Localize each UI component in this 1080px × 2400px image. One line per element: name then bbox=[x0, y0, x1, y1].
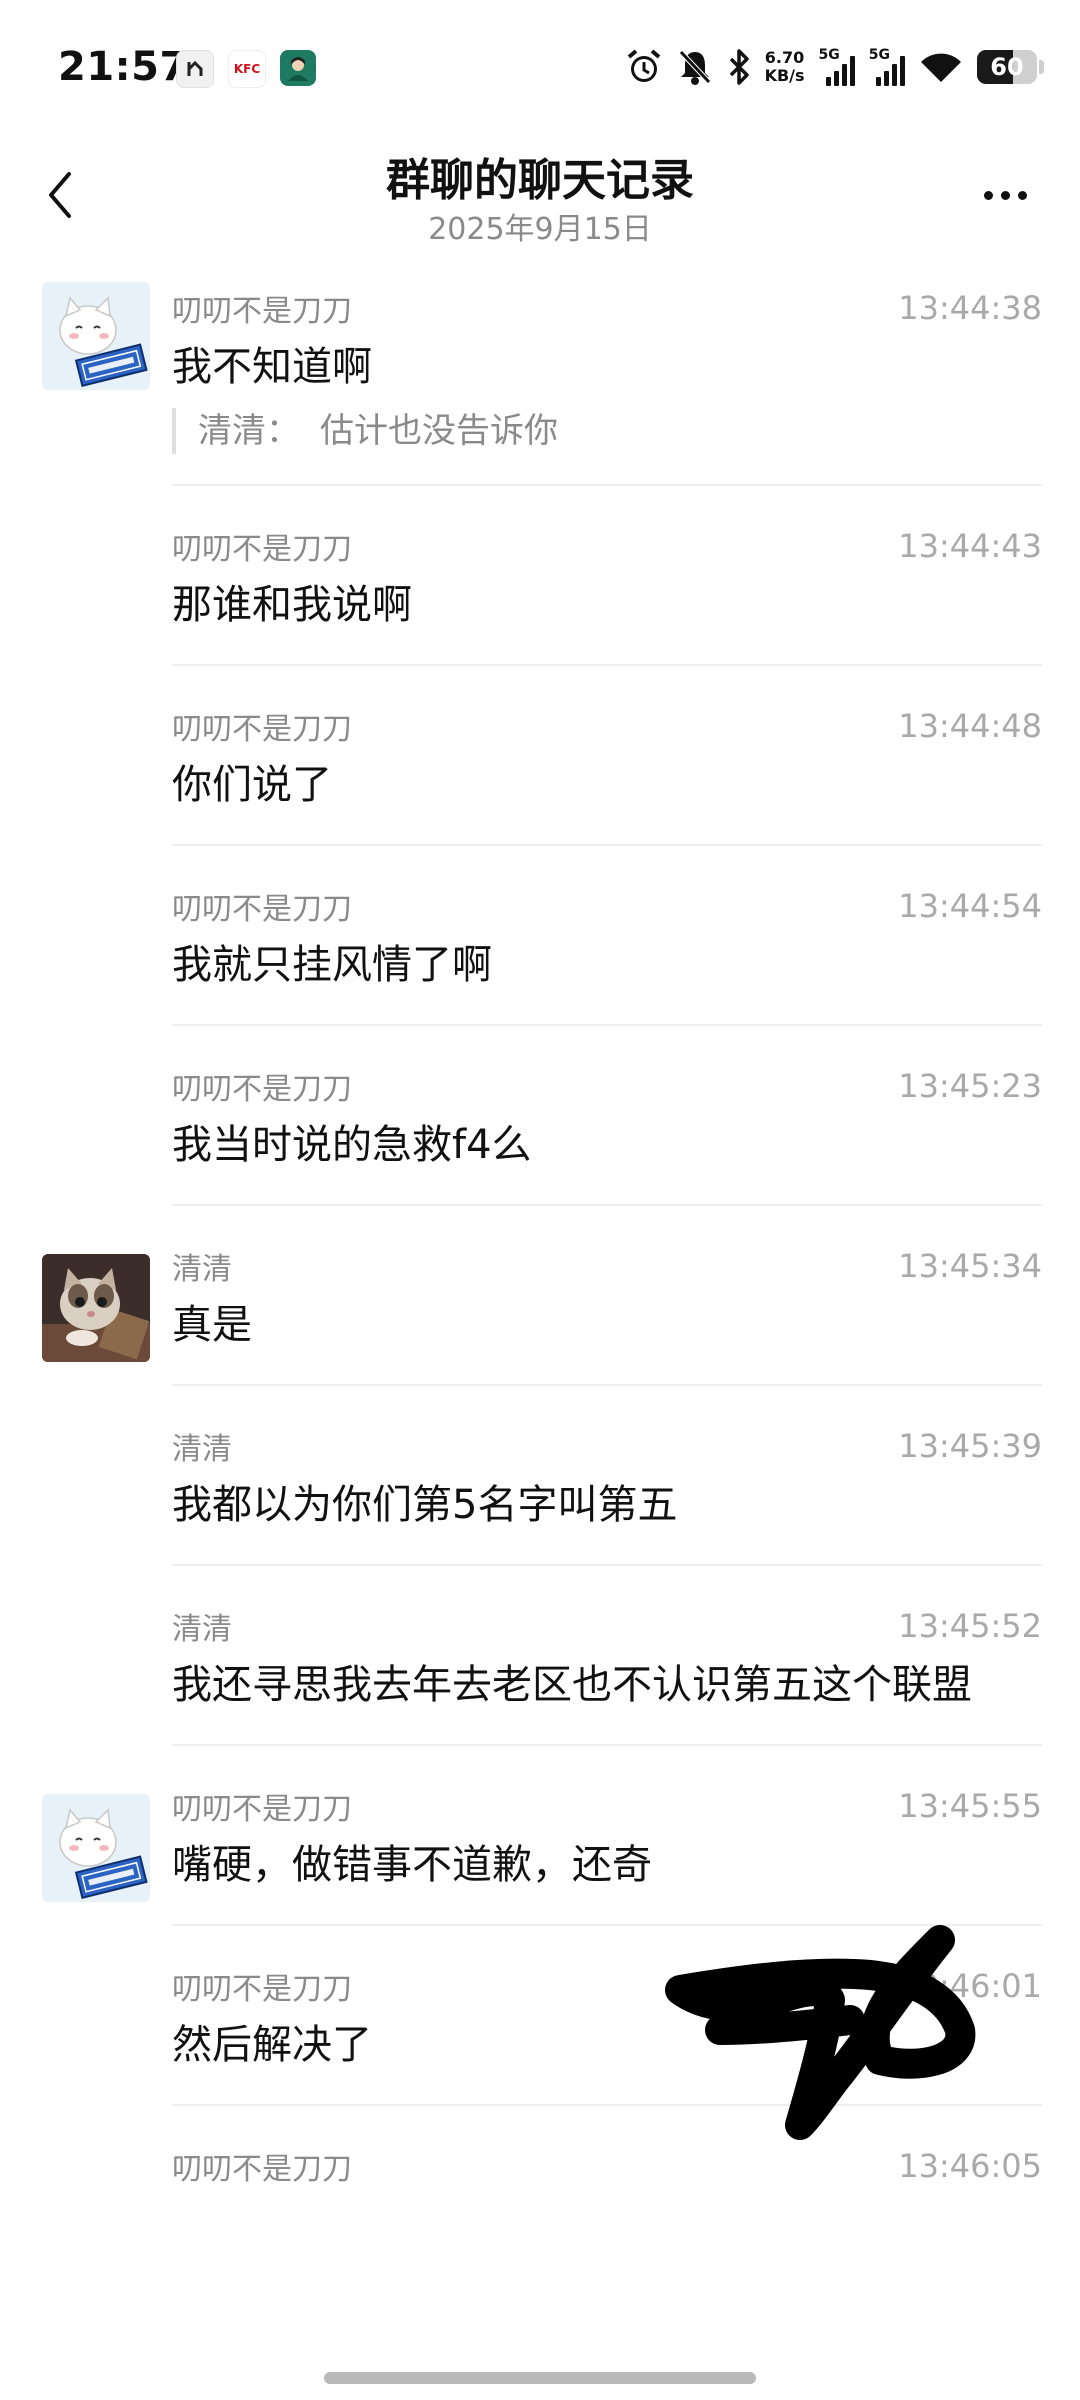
status-time: 21:57 bbox=[58, 44, 188, 90]
sender-name: 叨叨不是刀刀 bbox=[172, 1072, 352, 1107]
battery-indicator: 60 bbox=[977, 50, 1044, 84]
message-time: 13:44:54 bbox=[898, 887, 1042, 925]
message-text: 我就只挂风情了啊 bbox=[172, 942, 492, 988]
message-item[interactable]: 叨叨不是刀刀 13:44:54 我就只挂风情了啊 bbox=[0, 846, 1080, 1026]
message-time: 13:46:05 bbox=[898, 2147, 1042, 2185]
sender-name: 叨叨不是刀刀 bbox=[172, 2152, 352, 2187]
quote-text: 估计也没告诉你 bbox=[320, 411, 558, 451]
sender-name: 清清 bbox=[172, 1432, 232, 1467]
message-item[interactable]: 清清 13:45:39 我都以为你们第5名字叫第五 bbox=[0, 1386, 1080, 1566]
bluetooth-icon bbox=[727, 48, 751, 86]
battery-icon: 60 bbox=[977, 50, 1037, 84]
page-subtitle-date: 2025年9月15日 bbox=[428, 212, 652, 247]
message-text: 你们说了 bbox=[172, 762, 332, 808]
kfc-icon: KFC bbox=[228, 50, 266, 88]
message-time: 13:44:43 bbox=[898, 527, 1042, 565]
message-text: 我不知道啊 bbox=[172, 344, 372, 390]
message-item[interactable]: 清清 13:45:52 我还寻思我去年去老区也不认识第五这个联盟 bbox=[0, 1566, 1080, 1746]
sender-name: 叨叨不是刀刀 bbox=[172, 1792, 352, 1827]
home-indicator[interactable] bbox=[324, 2372, 756, 2384]
notification-app-icons: KFC bbox=[176, 50, 316, 88]
ol-icon bbox=[176, 50, 214, 88]
sender-name: 叨叨不是刀刀 bbox=[172, 294, 352, 329]
avatar-cat-sign[interactable] bbox=[42, 1794, 150, 1902]
avatar-app-icon bbox=[280, 50, 316, 86]
status-bar: 21:57 KFC 6.70 KB/s 5G 5G 60 bbox=[0, 0, 1080, 140]
message-text: 我当时说的急救f4么 bbox=[172, 1122, 532, 1168]
sender-name: 叨叨不是刀刀 bbox=[172, 532, 352, 567]
more-options-button[interactable] bbox=[970, 170, 1040, 220]
message-item[interactable]: 叨叨不是刀刀 13:44:43 那谁和我说啊 bbox=[0, 486, 1080, 666]
signal-5g-2: 5G bbox=[869, 48, 905, 86]
message-time: 13:44:48 bbox=[898, 707, 1042, 745]
message-item[interactable]: 叨叨不是刀刀 13:44:48 你们说了 bbox=[0, 666, 1080, 846]
message-text: 那谁和我说啊 bbox=[172, 582, 412, 628]
page-title: 群聊的聊天记录 bbox=[386, 155, 694, 206]
chat-record-header: 群聊的聊天记录 2025年9月15日 bbox=[0, 140, 1080, 250]
quoted-message[interactable]: 清清： 估计也没告诉你 bbox=[172, 408, 1042, 454]
message-time: 13:45:23 bbox=[898, 1067, 1042, 1105]
message-text: 嘴硬，做错事不道歉，还奇 bbox=[172, 1842, 652, 1888]
message-text: 我还寻思我去年去老区也不认识第五这个联盟 bbox=[172, 1662, 972, 1708]
alarm-icon bbox=[625, 48, 663, 86]
message-time: 13:45:55 bbox=[898, 1787, 1042, 1825]
signal-bars-icon bbox=[825, 56, 855, 86]
avatar-kitten-photo[interactable] bbox=[42, 1254, 150, 1362]
message-time: 13:44:38 bbox=[898, 289, 1042, 327]
sender-name: 清清 bbox=[172, 1252, 232, 1287]
message-item[interactable]: 叨叨不是刀刀 13:45:55 嘴硬，做错事不道歉，还奇 bbox=[0, 1746, 1080, 1926]
mute-bell-icon bbox=[677, 48, 713, 86]
message-time: 13:45:39 bbox=[898, 1427, 1042, 1465]
signal-bars-icon bbox=[876, 56, 905, 86]
signal-5g-1: 5G bbox=[819, 48, 855, 86]
message-time: 13:45:34 bbox=[898, 1247, 1042, 1285]
status-icons: 6.70 KB/s 5G 5G 60 bbox=[625, 48, 1044, 86]
wifi-icon bbox=[919, 50, 963, 84]
sender-name: 叨叨不是刀刀 bbox=[172, 892, 352, 927]
sender-name: 清清 bbox=[172, 1612, 232, 1647]
message-text: 真是 bbox=[172, 1302, 252, 1348]
sender-name: 叨叨不是刀刀 bbox=[172, 712, 352, 747]
message-item[interactable]: 清清 13:45:34 真是 bbox=[0, 1206, 1080, 1386]
message-text: 我都以为你们第5名字叫第五 bbox=[172, 1482, 678, 1528]
avatar-cat-sign[interactable] bbox=[42, 282, 150, 390]
more-dot-icon bbox=[1017, 190, 1027, 200]
screen: 21:57 KFC 6.70 KB/s 5G 5G 60 群聊的聊天记录 202… bbox=[0, 0, 1080, 2400]
sender-name: 叨叨不是刀刀 bbox=[172, 1972, 352, 2007]
message-time: 13:45:52 bbox=[898, 1607, 1042, 1645]
more-dot-icon bbox=[1000, 190, 1010, 200]
redaction-scribble bbox=[665, 1925, 976, 2140]
network-speed: 6.70 KB/s bbox=[764, 48, 805, 85]
message-item[interactable]: 叨叨不是刀刀 13:45:23 我当时说的急救f4么 bbox=[0, 1026, 1080, 1206]
message-item[interactable]: 叨叨不是刀刀 13:44:38 我不知道啊 清清： 估计也没告诉你 bbox=[0, 268, 1080, 486]
quote-sender: 清清： bbox=[198, 411, 300, 451]
more-dot-icon bbox=[983, 190, 993, 200]
